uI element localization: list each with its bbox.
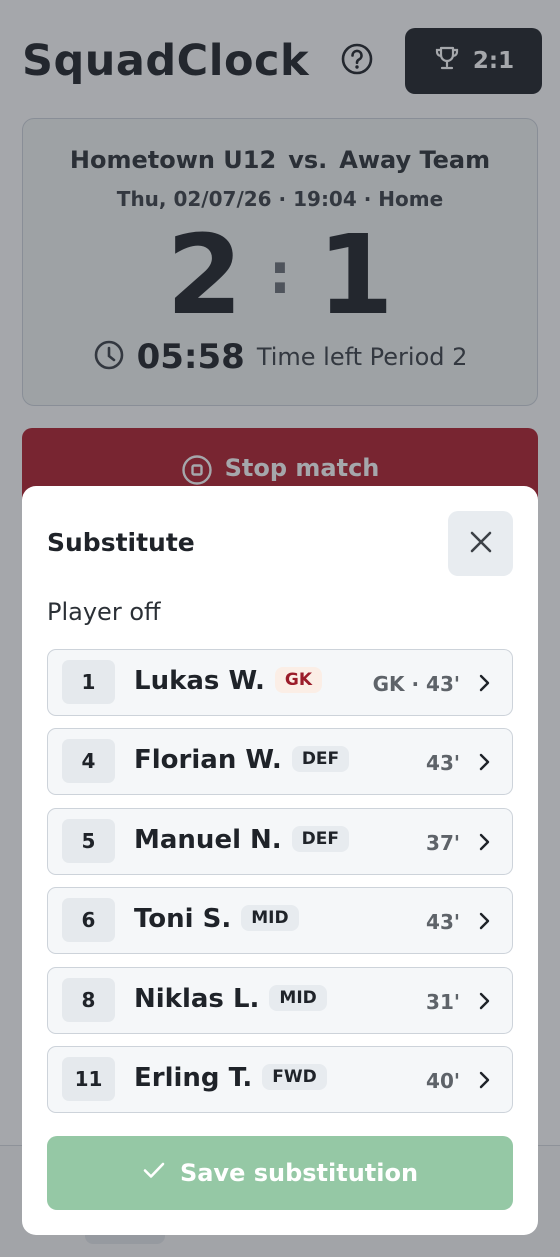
player-row[interactable]: 8 Niklas L. MID 31' (47, 966, 513, 1034)
player-list: 1 Lukas W. GK GK · 43' 4 Florian W. DEF 43… (47, 649, 513, 1125)
jersey-number: 1 (62, 660, 115, 704)
player-row[interactable]: 6 Toni S. MID 43' (47, 887, 513, 955)
position-badge: GK (274, 667, 323, 693)
close-icon (467, 528, 495, 560)
chevron-right-icon (479, 833, 490, 850)
jersey-number: 5 (62, 818, 115, 863)
save-substitution-button[interactable]: Save substitution (47, 1136, 513, 1210)
minutes-played: 37' (426, 830, 460, 855)
minutes-played: 40' (426, 1068, 460, 1093)
player-name-wrap: Toni S. MID (134, 904, 299, 934)
player-name: Florian W. (134, 745, 282, 776)
player-row[interactable]: 1 Lukas W. GK GK · 43' (47, 649, 513, 716)
save-substitution-label: Save substitution (179, 1159, 419, 1187)
chevron-right-icon (479, 1071, 490, 1089)
modal-title: Substitute (47, 528, 195, 557)
minutes-played: 43' (426, 751, 460, 776)
chevron-right-icon (479, 754, 490, 771)
position-badge: DEF (291, 746, 350, 773)
position-badge: MID (241, 905, 299, 932)
player-name: Erling T. (134, 1062, 253, 1093)
jersey-number: 4 (62, 739, 115, 784)
player-name-wrap: Erling T. FWD (134, 1063, 327, 1093)
player-off-label: Player off (47, 598, 161, 626)
player-name: Manuel N. (134, 824, 282, 855)
substitute-modal: Substitute Player off 1 Lukas W. GK GK · … (22, 486, 538, 1235)
chevron-right-icon (479, 912, 490, 930)
player-row[interactable]: 5 Manuel N. DEF 37' (47, 807, 513, 875)
minutes-played: 43' (426, 910, 460, 935)
position-badge: MID (269, 984, 327, 1011)
minutes-played: GK · 43' (372, 672, 460, 696)
player-name: Toni S. (134, 904, 232, 935)
jersey-number: 8 (62, 977, 115, 1022)
player-name-wrap: Florian W. DEF (134, 745, 350, 776)
jersey-number: 6 (62, 898, 115, 943)
player-name-wrap: Lukas W. GK (134, 666, 323, 696)
player-name-wrap: Niklas L. MID (134, 984, 327, 1014)
player-name: Niklas L. (134, 983, 260, 1014)
jersey-number: 11 (62, 1056, 115, 1101)
chevron-right-icon (479, 992, 490, 1009)
player-name: Lukas W. (134, 666, 265, 696)
player-row[interactable]: 11 Erling T. FWD 40' (47, 1045, 513, 1113)
check-icon (142, 1158, 166, 1188)
player-row[interactable]: 4 Florian W. DEF 43' (47, 728, 513, 796)
player-name-wrap: Manuel N. DEF (134, 824, 350, 855)
chevron-right-icon (479, 674, 490, 692)
position-badge: FWD (262, 1063, 327, 1090)
minutes-played: 31' (426, 989, 460, 1014)
position-badge: DEF (291, 825, 350, 852)
close-button[interactable] (448, 511, 513, 576)
